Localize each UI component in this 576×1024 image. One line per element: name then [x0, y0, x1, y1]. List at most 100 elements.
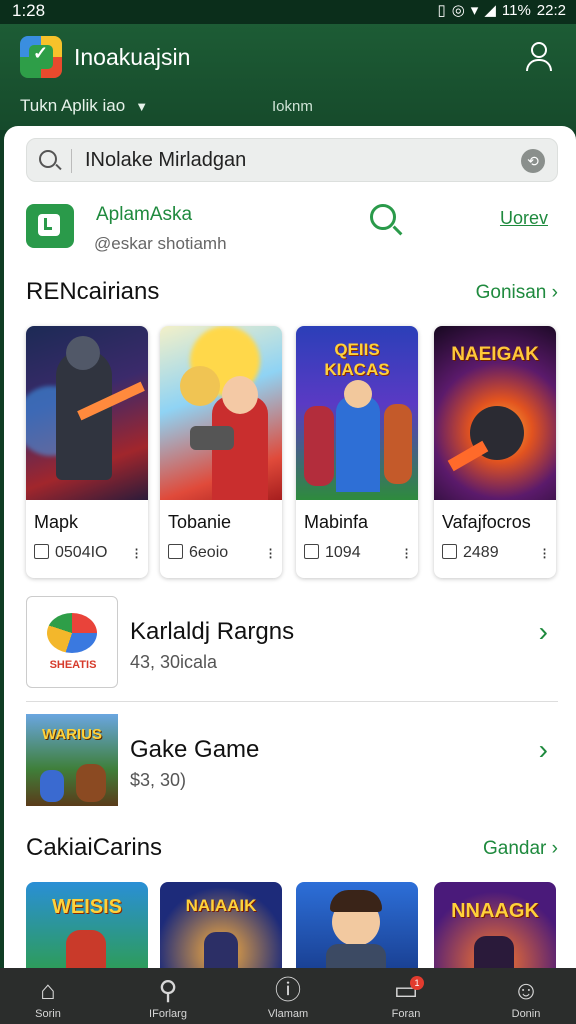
section-more-link[interactable]: Gandar › [483, 838, 558, 860]
checkbox-icon [304, 544, 319, 559]
game-thumbnail: NAEIGAK [434, 326, 556, 500]
alarm-icon: ◎ [451, 2, 465, 19]
app-logo-icon: ✓ [20, 36, 62, 78]
game-banner: NNAAGK [451, 900, 539, 922]
tab-bar: Tukn Aplik iao ▼ Ioknm [20, 96, 556, 124]
app-icon-text: SHEATIS [49, 659, 97, 671]
search-input[interactable]: INolake Mirladgan [85, 149, 246, 172]
nav-item-alerts[interactable]: ⓘ Vlamam [248, 976, 328, 1020]
nav-item-search[interactable]: ⚲ IForlarg [128, 976, 208, 1020]
chevron-right-icon: › [551, 838, 558, 859]
section-title: RENcairians [26, 278, 160, 305]
account-icon: ☺ [512, 975, 540, 1005]
divider [26, 701, 558, 702]
game-meta-value: 6eoio [189, 544, 229, 561]
checkbox-icon [34, 544, 49, 559]
clear-search-icon[interactable]: ⟲ [521, 149, 545, 173]
game-card[interactable] [296, 882, 418, 972]
checkbox-icon [442, 544, 457, 559]
battery-level: 11% [501, 1, 531, 19]
section-more-label: Gandar [483, 838, 547, 859]
nav-label: Donin [511, 1008, 541, 1020]
game-meta: 0504IO ⁝ [34, 544, 139, 563]
game-card[interactable]: NAEIGAK Vafajfocros 2489 ⁝ [434, 326, 556, 578]
bottom-navigation: ⌂ Sorin ⚲ IForlarg ⓘ Vlamam ▭ 1 Foran ☺ … [0, 968, 576, 1024]
game-thumbnail: QEIIS KIACAS [296, 326, 418, 500]
chevron-right-icon: › [551, 282, 558, 303]
wifi-icon: ▾ [470, 2, 479, 19]
featured-app-icon [26, 204, 74, 248]
game-meta: 2489 ⁝ [442, 544, 547, 563]
list-item-subtitle: $3, 30) [130, 770, 187, 790]
search-divider [71, 149, 72, 173]
list-item-title: Karlaldj Rargns [130, 618, 295, 645]
main-sheet: INolake Mirladgan ⟲ AplamAska @eskar sho… [4, 126, 576, 972]
inbox-icon: ▭ [393, 975, 419, 1005]
section-more-label: Gonisan [475, 282, 547, 303]
featured-search-icon[interactable] [370, 204, 396, 230]
game-card[interactable]: Tobanie 6eoio ⁝ [160, 326, 282, 578]
list-item-subtitle: 43, 30icala [130, 652, 218, 672]
checkbox-icon [168, 544, 183, 559]
game-card[interactable]: QEIIS KIACAS Mabinfa 1094 ⁝ [296, 326, 418, 578]
game-meta-value: 2489 [463, 544, 499, 561]
tab-secondary[interactable]: Ioknm [272, 98, 313, 115]
game-thumbnail [26, 326, 148, 500]
section-title: CakiaiCarins [26, 834, 163, 861]
nav-label: Sorin [35, 1008, 61, 1020]
nav-item-inbox[interactable]: ▭ 1 Foran [366, 976, 446, 1020]
status-icons: ▯ ◎ ▾ ◢ 11% 22:2 [437, 1, 566, 20]
nav-label: Foran [391, 1008, 421, 1020]
search-bar[interactable]: INolake Mirladgan ⟲ [26, 138, 558, 182]
game-banner: WEISIS [51, 896, 122, 918]
alert-icon: ⓘ [274, 975, 301, 1005]
section-more-link[interactable]: Gonisan › [476, 282, 558, 304]
nav-label: IForlarg [149, 1008, 187, 1020]
game-card[interactable]: Mapk 0504IO ⁝ [26, 326, 148, 578]
list-item[interactable]: SHEATIS Karlaldj Rargns 43, 30icala › [26, 596, 558, 692]
nav-item-account[interactable]: ☺ Donin [486, 976, 566, 1020]
status-time: 1:28 [12, 1, 46, 20]
search-icon: ⚲ [158, 975, 178, 1005]
game-card[interactable]: NNAAGK [434, 882, 556, 972]
game-name: Mabinfa [304, 512, 369, 532]
game-card[interactable]: NAIAAIK [160, 882, 282, 972]
featured-app[interactable]: AplamAska @eskar shotiamh Uorev [26, 202, 558, 260]
app-title: Inoakuajsin [74, 44, 191, 70]
game-banner: QEIIS KIACAS [324, 340, 390, 379]
app-icon-text: WARIUS [42, 726, 102, 743]
chevron-right-icon: › [538, 616, 548, 647]
game-banner: NAEIGAK [451, 344, 539, 365]
featured-app-handle: @eskar shotiamh [94, 234, 227, 253]
more-icon[interactable]: ⁝ [134, 544, 139, 564]
chevron-right-icon: › [538, 734, 548, 765]
game-meta-value: 1094 [325, 544, 361, 561]
nav-item-home[interactable]: ⌂ Sorin [8, 976, 88, 1020]
list-item[interactable]: WARIUS Gake Game $3, 30) › [26, 714, 558, 810]
search-icon [39, 150, 57, 168]
app-icon: SHEATIS [26, 596, 118, 688]
game-meta: 1094 ⁝ [304, 544, 409, 563]
nav-label: Vlamam [267, 1008, 309, 1020]
home-icon: ⌂ [40, 975, 56, 1005]
tab-apps[interactable]: Tukn Aplik iao ▼ [20, 96, 148, 116]
status-bar: 1:28 ▯ ◎ ▾ ◢ 11% 22:2 [0, 0, 576, 24]
signal-icon: ◢ [484, 2, 496, 19]
game-name: Mapk [34, 512, 79, 532]
featured-action-link[interactable]: Uorev [500, 208, 548, 229]
more-icon[interactable]: ⁝ [542, 544, 547, 564]
more-icon[interactable]: ⁝ [404, 544, 409, 564]
game-banner: NAIAAIK [185, 896, 257, 915]
game-thumbnail [160, 326, 282, 500]
featured-app-name: AplamAska [96, 204, 193, 225]
game-meta: 6eoio ⁝ [168, 544, 273, 563]
game-card[interactable]: WEISIS [26, 882, 148, 972]
status-clock-right: 22:2 [536, 1, 566, 19]
profile-icon[interactable] [524, 40, 554, 72]
list-item-title: Gake Game [130, 736, 260, 763]
game-name: Vafajfocros [442, 512, 531, 532]
game-meta-value: 0504IO [55, 544, 108, 561]
vibrate-icon: ▯ [437, 2, 446, 19]
more-icon[interactable]: ⁝ [268, 544, 273, 564]
game-name: Tobanie [168, 512, 232, 532]
